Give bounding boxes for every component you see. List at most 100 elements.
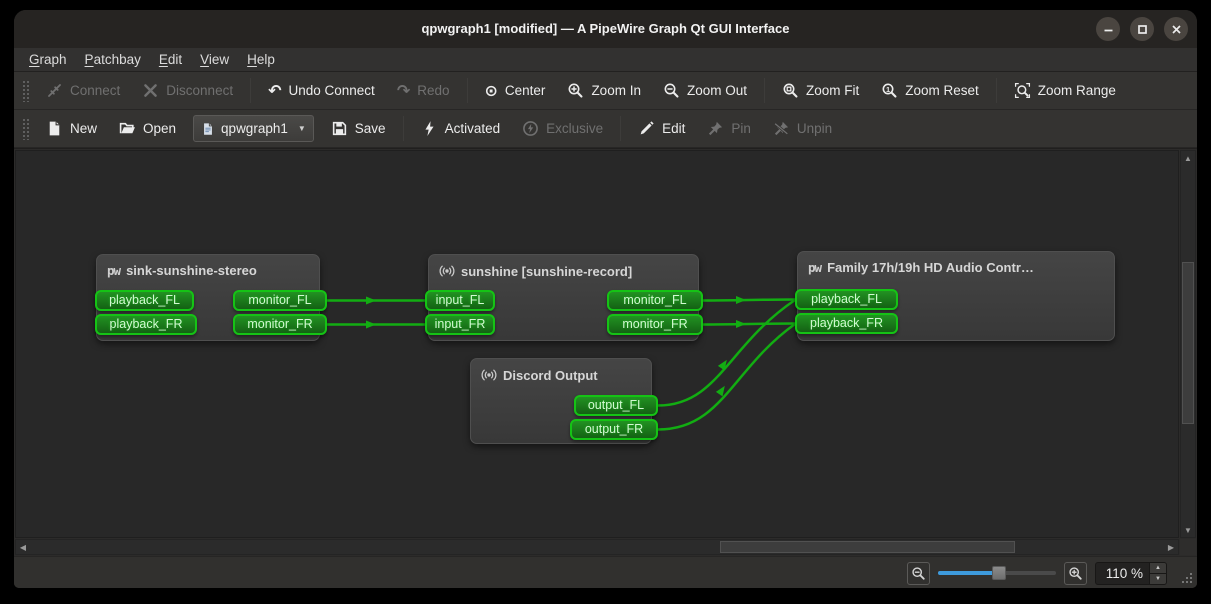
tool-label: Zoom In [591,83,641,98]
close-button[interactable] [1164,17,1188,41]
port-monitor-fr-out[interactable]: monitor_FR [233,314,327,335]
zoom-slider[interactable] [938,563,1056,583]
zoom-fit-button[interactable]: Zoom Fit [771,76,870,106]
tool-label: Undo Connect [289,83,375,98]
zoom-in-button[interactable]: Zoom In [556,76,652,106]
minimize-button[interactable] [1096,17,1120,41]
vertical-scrollbar[interactable]: ▲ ▼ [1180,150,1196,538]
disconnect-button[interactable]: Disconnect [131,76,244,106]
redo-icon: ↷ [397,83,410,99]
spin-up-button[interactable]: ▲ [1149,563,1166,574]
toolbar-drag-handle[interactable] [22,80,29,102]
port-monitor-fl-out2[interactable]: monitor_FL [607,290,703,311]
scroll-right-button[interactable]: ▶ [1164,540,1178,554]
zoom-percent-spinbox[interactable]: 110 % ▲ ▼ [1095,562,1167,585]
disconnect-icon [142,82,159,99]
tool-label: Save [355,121,386,136]
canvas-background[interactable] [15,150,1179,538]
port-label: monitor_FL [623,293,686,307]
horizontal-scrollbar[interactable]: ◀ ▶ [15,539,1179,555]
slider-fill [938,571,999,575]
port-output-fl[interactable]: output_FL [574,395,658,416]
port-label: monitor_FR [247,317,312,331]
menu-graph[interactable]: Graph [20,48,76,72]
spin-down-button[interactable]: ▼ [1149,574,1166,584]
titlebar[interactable]: qpwgraph1 [modified] — A PipeWire Graph … [14,10,1197,48]
toolbar-separator [403,116,404,141]
tool-label: Zoom Range [1038,83,1116,98]
tool-label: Zoom Reset [905,83,979,98]
menu-patchbay[interactable]: Patchbay [76,48,150,72]
menu-edit[interactable]: Edit [150,48,191,72]
zoom-out-icon [911,566,926,581]
port-playback-fl-in[interactable]: playback_FL [95,290,194,311]
port-monitor-fl-out[interactable]: monitor_FL [233,290,327,311]
scroll-down-button[interactable]: ▼ [1181,523,1195,537]
stream-icon [439,263,455,279]
port-playback-fl-dest[interactable]: playback_FL [795,289,898,310]
port-output-fr[interactable]: output_FR [570,419,658,440]
scroll-up-button[interactable]: ▲ [1181,151,1195,165]
unpin-button[interactable]: Unpin [762,114,843,144]
edit-button[interactable]: Edit [627,114,696,144]
slider-handle[interactable] [992,566,1006,580]
zoom-out-button[interactable]: Zoom Out [652,76,758,106]
tool-label: Redo [417,83,449,98]
menubar: Graph Patchbay Edit View Help [14,48,1197,72]
port-monitor-fr-out2[interactable]: monitor_FR [607,314,703,335]
tool-label: Zoom Fit [806,83,859,98]
graph-canvas[interactable]: pw sink-sunshine-stereo playback_FL play… [14,148,1197,556]
open-button[interactable]: Open [108,114,187,144]
port-input-fl[interactable]: input_FL [425,290,495,311]
app-window: qpwgraph1 [modified] — A PipeWire Graph … [14,10,1197,588]
center-button[interactable]: ⊙ Center [474,76,557,106]
port-label: input_FL [436,293,485,307]
toolbar-drag-handle[interactable] [22,118,29,140]
zoom-in-icon [567,82,584,99]
combo-value: qpwgraph1 [221,121,288,136]
port-playback-fr-dest[interactable]: playback_FR [795,313,898,334]
undo-connect-button[interactable]: ↶ Undo Connect [257,76,386,106]
zoom-reset-button[interactable]: 1 Zoom Reset [870,76,990,106]
zoom-value[interactable]: 110 % [1096,566,1149,581]
status-zoom-out-button[interactable] [907,562,930,585]
menu-view[interactable]: View [191,48,238,72]
tool-label: Activated [445,121,501,136]
close-icon [1171,24,1182,35]
pipewire-icon: pw [808,260,821,275]
port-label: input_FR [435,317,486,331]
new-file-icon [46,120,63,137]
new-button[interactable]: New [35,114,108,144]
tool-label: Connect [70,83,120,98]
zoom-range-icon [1014,82,1031,99]
port-label: playback_FR [110,317,183,331]
tool-label: New [70,121,97,136]
resize-grip[interactable] [1181,572,1192,583]
menu-help[interactable]: Help [238,48,284,72]
activated-button[interactable]: Activated [410,114,512,144]
horizontal-scrollbar-thumb[interactable] [720,541,1015,553]
scroll-left-button[interactable]: ◀ [16,540,30,554]
port-label: monitor_FL [248,293,311,307]
pin-button[interactable]: Pin [696,114,762,144]
tool-label: Unpin [797,121,832,136]
zoom-range-button[interactable]: Zoom Range [1003,76,1127,106]
chevron-down-icon: ▼ [298,124,306,133]
patchbay-file-icon [201,122,215,136]
redo-button[interactable]: ↷ Redo [386,76,461,106]
scrollbar-corner [1180,539,1196,555]
toolbar-separator [620,116,621,141]
node-title: Family 17h/19h HD Audio Contr… [827,260,1034,275]
patchbay-profile-combobox[interactable]: qpwgraph1 ▼ [193,115,314,142]
port-playback-fr-in[interactable]: playback_FR [95,314,197,335]
open-folder-icon [119,120,136,137]
vertical-scrollbar-thumb[interactable] [1182,262,1194,424]
port-input-fr[interactable]: input_FR [425,314,495,335]
status-zoom-in-button[interactable] [1064,562,1087,585]
port-label: playback_FR [810,316,883,330]
connect-button[interactable]: Connect [35,76,131,106]
zoom-out-icon [663,82,680,99]
maximize-button[interactable] [1130,17,1154,41]
exclusive-button[interactable]: Exclusive [511,114,614,144]
save-button[interactable]: Save [320,114,397,144]
